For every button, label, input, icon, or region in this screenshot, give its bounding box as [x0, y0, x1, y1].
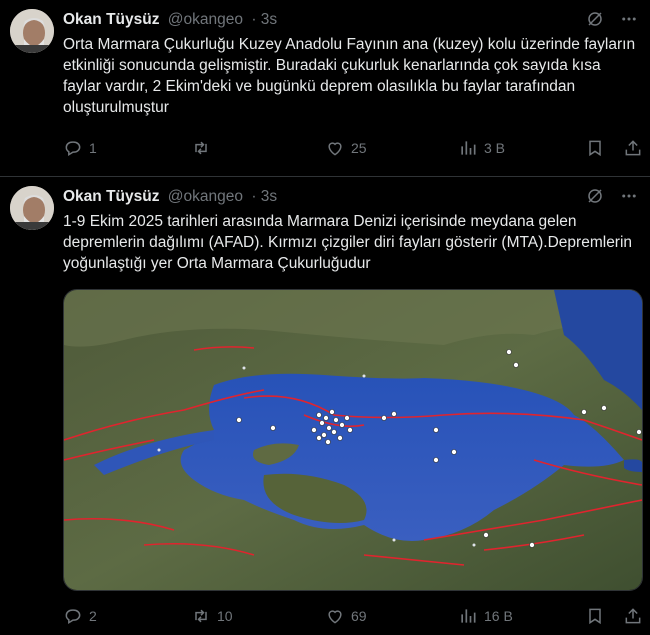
tweet-header: Okan Tüysüz @okangeo · 3s	[63, 187, 277, 207]
views-count: 3 B	[484, 140, 506, 156]
views-button[interactable]: 3 B	[458, 138, 505, 158]
retweet-icon	[195, 609, 207, 623]
avatar[interactable]	[10, 186, 54, 230]
like-count: 69	[351, 608, 367, 624]
share-button[interactable]	[623, 138, 643, 158]
avatar[interactable]	[10, 9, 54, 53]
views-button[interactable]: 16 B	[458, 606, 513, 626]
tweet-time[interactable]: · 3s	[251, 188, 277, 205]
reply-button[interactable]: 1	[63, 138, 97, 158]
tweet-map-image[interactable]	[63, 289, 643, 591]
like-button[interactable]: 25	[325, 138, 367, 158]
reply-count: 2	[89, 608, 97, 624]
retweet-icon	[195, 141, 207, 155]
tweet-1[interactable]: Okan Tüysüz @okangeo · 3s Orta Marmara Ç…	[0, 0, 650, 176]
share-icon	[625, 608, 641, 624]
reply-icon	[65, 141, 81, 156]
views-bar-icon	[461, 609, 476, 623]
more-dots-icon[interactable]	[620, 187, 638, 205]
tweet-header: Okan Tüysüz @okangeo · 3s	[63, 10, 277, 30]
bookmark-icon	[589, 140, 601, 157]
retweet-count: 10	[217, 608, 233, 624]
share-icon	[625, 140, 641, 156]
author-handle[interactable]: @okangeo	[168, 188, 243, 205]
share-button[interactable]	[623, 606, 643, 626]
like-button[interactable]: 69	[325, 606, 367, 626]
slash-circle-icon[interactable]	[586, 187, 604, 205]
marmara-seismicity-map	[64, 290, 642, 590]
bookmark-icon	[589, 608, 601, 625]
like-count: 25	[351, 140, 367, 156]
avatar-image	[10, 186, 54, 230]
tweet-actions: 2 10 69 16 B	[63, 605, 641, 627]
heart-icon	[328, 142, 342, 156]
retweet-button[interactable]	[191, 138, 217, 158]
tweet-actions: 1 25 3 B	[63, 137, 641, 159]
reply-count: 1	[89, 140, 97, 156]
tweet-time[interactable]: · 3s	[251, 11, 277, 28]
slash-circle-icon[interactable]	[586, 10, 604, 28]
avatar-image	[10, 9, 54, 53]
heart-icon	[328, 610, 342, 624]
reply-button[interactable]: 2	[63, 606, 97, 626]
tweet-text: Orta Marmara Çukurluğu Kuzey Anadolu Fay…	[63, 36, 636, 116]
retweet-button[interactable]: 10	[191, 606, 233, 626]
reply-icon	[65, 609, 81, 624]
more-dots-icon[interactable]	[620, 10, 638, 28]
tweet-2[interactable]: Okan Tüysüz @okangeo · 3s 1-9 Ekim 2025 …	[0, 177, 650, 635]
tweet-text: 1-9 Ekim 2025 tarihleri arasında Marmara…	[63, 213, 633, 272]
author-name[interactable]: Okan Tüysüz	[63, 188, 159, 205]
views-count: 16 B	[484, 608, 513, 624]
views-bar-icon	[461, 141, 476, 155]
bookmark-button[interactable]	[585, 138, 605, 158]
author-handle[interactable]: @okangeo	[168, 11, 243, 28]
bookmark-button[interactable]	[585, 606, 605, 626]
author-name[interactable]: Okan Tüysüz	[63, 11, 159, 28]
